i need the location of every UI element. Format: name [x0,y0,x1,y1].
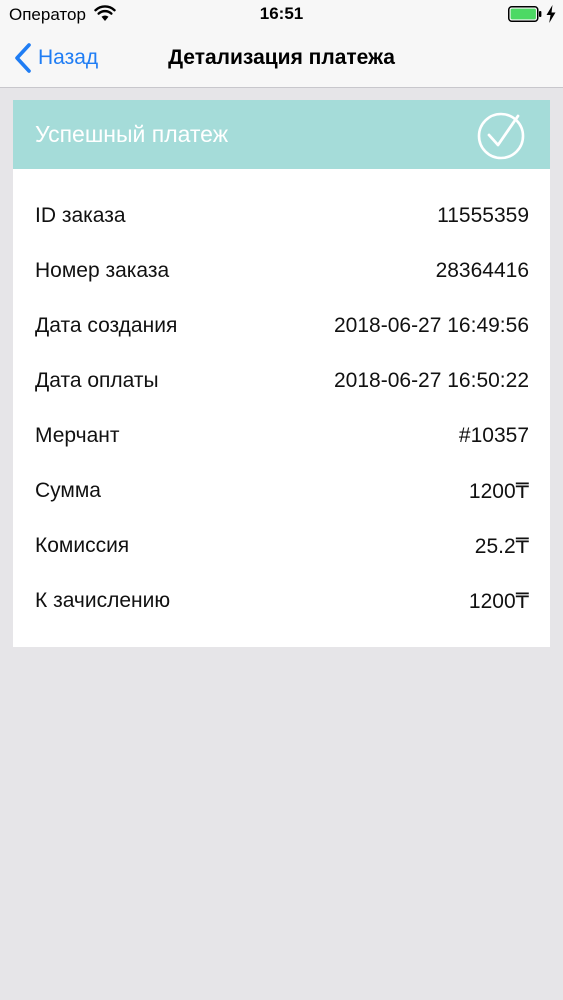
row-label: Номер заказа [35,259,170,282]
row-value: 28364416 [435,259,529,282]
row-label: К зачислению [35,589,171,612]
row-label: Мерчант [35,424,120,447]
detail-row-paid-date: Дата оплаты 2018-06-27 16:50:22 [35,365,529,405]
detail-row-order-number: Номер заказа 28364416 [35,255,529,295]
detail-row-created-date: Дата создания 2018-06-27 16:49:56 [35,310,529,350]
row-value: 1200₸ [468,480,529,503]
row-label: Сумма [35,479,101,502]
row-label: Дата оплаты [35,369,159,392]
row-value: 25.2₸ [474,535,529,558]
row-value: 11555359 [437,204,529,227]
row-value: #10357 [458,424,529,447]
detail-row-commission: Комиссия 25.2₸ [35,530,529,570]
detail-row-payout: К зачислению 1200₸ [35,585,529,625]
row-label: ID заказа [35,204,126,227]
detail-row-merchant: Мерчант #10357 [35,420,529,460]
row-label: Дата создания [35,314,178,337]
status-bar: Оператор 16:51 [0,0,563,30]
detail-row-order-id: ID заказа 11555359 [35,200,529,240]
charging-icon [546,5,556,23]
row-value: 1200₸ [468,590,529,613]
row-value: 2018-06-27 16:49:56 [334,314,529,337]
clock: 16:51 [259,4,304,23]
battery-icon [508,6,542,22]
payment-details-card: Успешный платеж ID заказа 11555359 Номер… [13,100,550,647]
page-title: Детализация платежа [168,46,395,69]
check-circle-icon [477,112,525,160]
payment-status-header: Успешный платеж [13,100,550,169]
row-label: Комиссия [35,534,130,557]
payment-status-title: Успешный платеж [35,121,229,147]
detail-row-amount: Сумма 1200₸ [35,475,529,515]
navigation-bar: Назад Детализация платежа [0,30,563,88]
row-value: 2018-06-27 16:50:22 [334,369,529,392]
